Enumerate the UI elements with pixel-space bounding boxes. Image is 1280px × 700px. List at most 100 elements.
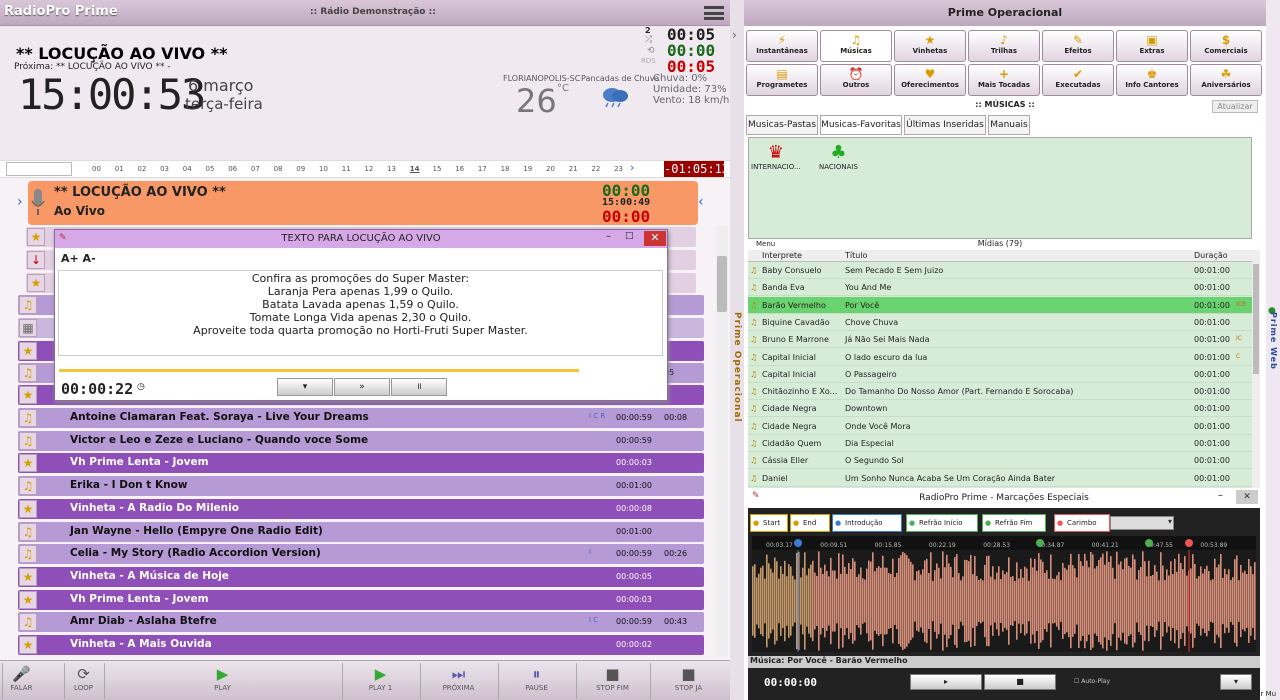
column-titulo[interactable]: Título: [845, 251, 867, 260]
playlist-row[interactable]: ★ Vh Prime Lenta - Jovem 00:00:03: [18, 453, 704, 474]
carimbo-select[interactable]: ▾: [1110, 516, 1174, 530]
options-button[interactable]: ▾: [1220, 674, 1252, 690]
hamburger-menu-icon[interactable]: [704, 6, 724, 20]
marker-ruler[interactable]: 00:03.17 00:09.51 00:15.85 00:22.19 00:28.53…: [752, 536, 1256, 550]
playlist-row[interactable]: ★ Vinheta - A Mais Ouvida 00:00:02: [18, 635, 704, 655]
media-row[interactable]: ♫ Biquine Cavadão Chove Chuva 00:01:00: [748, 314, 1252, 331]
marker-refr-o-in-cio-button[interactable]: ● Refrão Início: [906, 514, 978, 532]
side-label-left[interactable]: Prime Operacional: [732, 312, 742, 423]
maximize-icon[interactable]: □: [625, 231, 634, 241]
hour-tick[interactable]: 23: [614, 165, 623, 173]
playlist-row[interactable]: ♫ Victor e Leo e Zeze e Luciano - Quando …: [18, 430, 704, 451]
media-row[interactable]: ♫ Bruno E Marrone Já Não Sei Mais Nada 00:0…: [748, 331, 1252, 349]
category-vinhetas[interactable]: ★ Vinhetas: [894, 30, 966, 62]
refrao-inicio-marker-icon[interactable]: [1036, 539, 1044, 547]
hour-tick[interactable]: 15: [433, 165, 442, 173]
hour-tick[interactable]: 14: [410, 165, 420, 173]
transport-play-button[interactable]: ▶ PLAY: [104, 663, 340, 699]
playlist-scrollbar[interactable]: [716, 226, 728, 656]
media-row[interactable]: ♫ Cássia Eller O Segundo Sol 00:01:00: [748, 452, 1252, 470]
tab-manuais[interactable]: Manuais: [988, 115, 1030, 135]
media-row[interactable]: ♫ Cidade Negra Downtown 00:01:00: [748, 400, 1252, 418]
folder-internacional[interactable]: ♛ INTERNACIO...: [751, 142, 801, 171]
transport-falar-button[interactable]: 🎤 FALAR: [2, 663, 40, 699]
close-button[interactable]: ✕: [644, 231, 666, 246]
category-trilhas[interactable]: ♪ Trilhas: [968, 30, 1040, 62]
folder-nacionais[interactable]: ♣ NACIONAIS: [819, 142, 858, 171]
hour-tick[interactable]: 09: [296, 165, 305, 173]
category-extras[interactable]: ▣ Extras: [1116, 30, 1188, 62]
minimize-icon[interactable]: –: [1218, 490, 1223, 501]
live-item[interactable]: ** LOCUÇÃO AO VIVO ** Ao Vivo 00:00 15:0…: [28, 181, 698, 226]
hour-tick[interactable]: 21: [569, 165, 578, 173]
transport-stop-fim-button[interactable]: ■ STOP FIM: [576, 663, 648, 699]
hour-tick[interactable]: 11: [342, 165, 351, 173]
media-scrollbar[interactable]: [1252, 250, 1260, 488]
media-row[interactable]: ♫ Baby Consuelo Sem Pecado E Sem Juizo 00:0…: [748, 262, 1252, 279]
font-size-controls[interactable]: A+ A-: [61, 252, 96, 265]
timeline-next-icon[interactable]: ›: [630, 161, 634, 174]
timeline-hours[interactable]: 00 01 02 03 04 05 06 07 08 09 10 11 12 13 14 15 16 17 18 19…: [0, 160, 730, 178]
transport-pr-xima-button[interactable]: ⏭ PRÓXIMA: [420, 663, 496, 699]
playlist-row[interactable]: ★ Vinheta - A Radio Do Milenio 00:00:08: [18, 498, 704, 519]
hour-tick[interactable]: 06: [228, 165, 237, 173]
transport-loop-button[interactable]: ⟳ LOOP: [64, 663, 102, 699]
media-row[interactable]: ♫ Banda Eva You And Me 00:01:00: [748, 279, 1252, 297]
category-efeitos[interactable]: ✎ Efeitos: [1042, 30, 1114, 62]
playlist-row[interactable]: ★ Vh Prime Lenta - Jovem 00:00:03: [18, 589, 704, 610]
media-row[interactable]: ♫ Capital Inicial O Passageiro 00:01:00: [748, 366, 1252, 383]
hour-tick[interactable]: 05: [206, 165, 215, 173]
hour-tick[interactable]: 16: [455, 165, 464, 173]
transport-pause-button[interactable]: ⏸ PAUSE: [498, 663, 574, 699]
hour-tick[interactable]: 10: [319, 165, 328, 173]
popup-down-button[interactable]: ▾: [277, 378, 333, 396]
category-m-sicas[interactable]: ♫ Músicas: [820, 30, 892, 62]
autoplay-checkbox[interactable]: ☐ Auto-Play: [1074, 678, 1110, 685]
refrao-fim-marker-icon[interactable]: [1145, 539, 1153, 547]
hour-tick[interactable]: 17: [478, 165, 487, 173]
prev-arrow-icon[interactable]: ›: [17, 194, 23, 210]
hour-tick[interactable]: 13: [387, 165, 396, 173]
playlist-row[interactable]: ♫ Celia - My Story (Radio Accordion Versi…: [18, 544, 704, 565]
play-button[interactable]: ▸: [910, 674, 982, 690]
tab-musicas-pastas[interactable]: Musicas-Pastas: [746, 115, 818, 135]
media-row[interactable]: ♫ Barão Vermelho Por Você 00:01:00 ICR: [748, 296, 1252, 314]
marker-start-button[interactable]: ● Start: [750, 514, 788, 532]
hour-tick[interactable]: 08: [274, 165, 283, 173]
category-info-cantores[interactable]: ♚ Info Cantores: [1116, 64, 1188, 96]
playlist-row[interactable]: ★ Vinheta - A Música de Hoje 00:00:05: [18, 566, 704, 587]
carimbo-marker-icon[interactable]: [1185, 539, 1193, 547]
column-interprete[interactable]: Interprete: [762, 251, 802, 260]
transport-play-1-button[interactable]: ▶ PLAY 1: [342, 663, 418, 699]
column-duracao[interactable]: Duração: [1194, 251, 1228, 260]
collapse-icon[interactable]: ›: [732, 28, 737, 42]
popup-forward-button[interactable]: »: [334, 378, 390, 396]
waveform[interactable]: [752, 550, 1256, 652]
next-arrow-icon[interactable]: ‹: [698, 194, 704, 210]
marker-refr-o-fim-button[interactable]: ● Refrão Fim: [982, 514, 1046, 532]
live-text-content[interactable]: Confira as promoções do Super Master: Lar…: [58, 270, 663, 356]
playlist-row[interactable]: ♫ Jan Wayne - Hello (Empyre One Radio Edi…: [18, 521, 704, 542]
marker-carimbo-button[interactable]: ● Carimbo: [1054, 514, 1110, 532]
repeat-icon[interactable]: ⟲: [647, 46, 655, 56]
playlist-row[interactable]: ♫ Amr Diab - Aslaha Btefre 00:00:59 00:43 I …: [18, 612, 704, 633]
hour-tick[interactable]: 04: [183, 165, 192, 173]
playlist-row[interactable]: ♫ Erika - I Don t Know 00:01:00: [18, 476, 704, 497]
category-mais-tocadas[interactable]: + Mais Tocadas: [968, 64, 1040, 96]
hour-tick[interactable]: 22: [591, 165, 600, 173]
popup-pause-button[interactable]: ॥: [391, 378, 447, 396]
atualizar-button[interactable]: Atualizar: [1212, 100, 1258, 113]
hour-tick[interactable]: 02: [137, 165, 146, 173]
media-row[interactable]: ♫ Cidadão Quem Dia Especial 00:01:00: [748, 435, 1252, 452]
hour-tick[interactable]: 01: [115, 165, 124, 173]
category-instant-neas[interactable]: ⚡ Instantâneas: [746, 30, 818, 62]
hour-tick[interactable]: 20: [546, 165, 555, 173]
media-row[interactable]: ♫ Cidade Negra Onde Você Mora 00:01:00: [748, 418, 1252, 435]
side-label-right[interactable]: Prime Web: [1268, 312, 1278, 370]
media-row[interactable]: ♫ Capital Inicial O lado escuro da lua 00:0…: [748, 349, 1252, 366]
category-executadas[interactable]: ✔ Executadas: [1042, 64, 1114, 96]
tab--ltimas-inseridas[interactable]: Últimas Inseridas: [904, 115, 986, 135]
hour-tick[interactable]: 19: [523, 165, 532, 173]
category-programetes[interactable]: ▤ Programetes: [746, 64, 818, 96]
hour-tick[interactable]: 07: [251, 165, 260, 173]
